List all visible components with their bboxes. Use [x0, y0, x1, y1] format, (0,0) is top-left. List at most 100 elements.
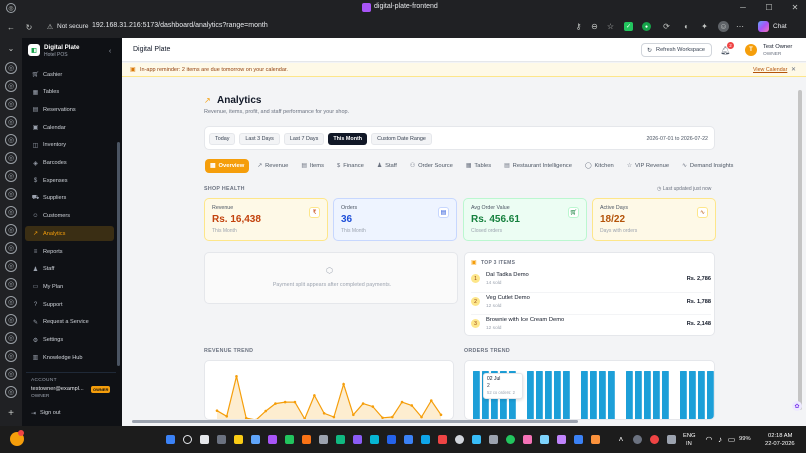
tab-finance[interactable]: $ Finance [332, 159, 369, 173]
collapse-sidebar-icon[interactable]: ‹ [106, 47, 114, 55]
new-tab-icon[interactable]: + [6, 408, 16, 419]
revenue-point[interactable] [410, 404, 414, 407]
tab-overview[interactable]: ▦ Overview [205, 159, 250, 173]
revenue-point[interactable] [381, 416, 384, 419]
tab-icon[interactable]: ◎ [5, 80, 17, 92]
search-icon[interactable] [183, 435, 192, 444]
app-icon[interactable] [251, 435, 260, 444]
revenue-point[interactable] [391, 415, 394, 419]
app-icon[interactable] [540, 435, 549, 444]
sidebar-item-calendar[interactable]: ▣ Calendar [25, 120, 114, 135]
bookmark-icon[interactable]: ☆ [606, 22, 615, 31]
vscode-icon[interactable] [387, 435, 396, 444]
orders-bar[interactable] [545, 371, 552, 420]
revenue-point[interactable] [322, 411, 326, 415]
app-icon[interactable] [319, 435, 328, 444]
revenue-point[interactable] [283, 400, 287, 404]
tab-icon[interactable]: ◎ [5, 296, 17, 308]
tab-icon[interactable]: ◎ [5, 386, 17, 398]
volume-icon[interactable]: ♪ [716, 435, 724, 444]
floating-assistant-icon[interactable]: ✿ [792, 401, 802, 411]
page-scrollbar[interactable] [798, 90, 802, 410]
top-item-row[interactable]: 1 Dal Tadka Demo 14 sold Rs. 2,786 [471, 270, 711, 290]
sidebar-item-my-plan[interactable]: ▭ My Plan [25, 279, 114, 294]
top-item-row[interactable]: 2 Veg Cutlet Demo 12 sold Rs. 1,788 [471, 292, 711, 312]
app-icon[interactable] [302, 435, 311, 444]
sidebar-item-tables[interactable]: ▦ Tables [25, 85, 114, 100]
orders-bar[interactable] [626, 371, 633, 420]
orders-bar[interactable] [563, 371, 570, 420]
revenue-point[interactable] [352, 413, 355, 417]
address-field[interactable]: ⚠ Not secure 192.168.31.216:5173/dashboa… [40, 19, 622, 35]
tab-icon[interactable]: ◎ [5, 188, 17, 200]
orders-bar[interactable] [608, 371, 615, 420]
sidebar-item-reports[interactable]: ≡ Reports [25, 244, 114, 259]
app-icon[interactable] [438, 435, 447, 444]
tab-tables[interactable]: ▦ Tables [461, 159, 496, 173]
tab-icon[interactable]: ◎ [5, 350, 17, 362]
app-icon[interactable] [404, 435, 413, 444]
sidebar-item-cashier[interactable]: 🛒︎ Cashier [25, 67, 114, 82]
tab-icon[interactable]: ◎ [5, 62, 17, 74]
refresh-workspace-button[interactable]: ↻ Refresh Workspace [641, 43, 712, 57]
sidebar-item-analytics[interactable]: ↗ Analytics [25, 226, 114, 242]
revenue-point[interactable] [293, 400, 297, 404]
maximize-icon[interactable]: ☐ [764, 2, 774, 12]
sidebar-item-request-a-service[interactable]: ✎ Request a Service [25, 315, 114, 330]
app-icon[interactable] [489, 435, 498, 444]
range-chip-last-3-days[interactable]: Last 3 Days [239, 133, 280, 145]
revenue-point[interactable] [225, 414, 229, 418]
sidebar-item-knowledge-hub[interactable]: ▥ Knowledge Hub [25, 350, 114, 365]
tab-icon[interactable]: ◎ [5, 170, 17, 182]
whatsapp-icon[interactable] [506, 435, 515, 444]
tab-staff[interactable]: ♟ Staff [372, 159, 402, 173]
tab-items[interactable]: ▤ Items [296, 159, 329, 173]
clock-date[interactable]: 22-07-2026 [765, 441, 795, 447]
profile-icon[interactable]: ☺ [718, 21, 729, 32]
app-icon[interactable] [217, 435, 226, 444]
app-icon[interactable] [421, 435, 430, 444]
tray-app-icon[interactable] [633, 435, 642, 444]
revenue-point[interactable] [429, 399, 433, 402]
revenue-point[interactable] [342, 382, 345, 386]
more-icon[interactable]: ⋯ [736, 22, 744, 31]
tab-icon[interactable]: ◎ [5, 260, 17, 272]
sidebar-item-staff[interactable]: ♟ Staff [25, 262, 114, 277]
tab-icon[interactable]: ◎ [5, 314, 17, 326]
range-chip-this-month[interactable]: This Month [328, 133, 368, 145]
browser-menu-icon[interactable]: ◎ [6, 3, 16, 13]
tab-restaurant-intelligence[interactable]: ▤ Restaurant Intelligence [499, 159, 577, 173]
tray-app-icon[interactable] [667, 435, 676, 444]
sidebar-scrollbar[interactable] [117, 142, 120, 366]
tray-chevron-icon[interactable]: ˄ [617, 435, 625, 444]
dismiss-reminder-icon[interactable]: ✕ [791, 66, 796, 73]
tab-icon[interactable]: ◎ [5, 278, 17, 290]
avatar[interactable]: T [745, 44, 757, 56]
horizontal-scrollbar[interactable] [132, 420, 578, 423]
revenue-point[interactable] [264, 409, 267, 413]
range-chip-today[interactable]: Today [209, 133, 236, 145]
tab-icon[interactable]: ◎ [5, 152, 17, 164]
sidebar-item-barcodes[interactable]: ◈ Barcodes [25, 156, 114, 171]
app-icon[interactable] [353, 435, 362, 444]
revenue-point[interactable] [361, 402, 365, 405]
app-icon[interactable] [370, 435, 379, 444]
url-text[interactable]: 192.168.31.216:5173/dashboard/analytics?… [92, 22, 268, 29]
orders-bar[interactable] [590, 371, 597, 420]
tab-icon[interactable]: ◎ [5, 242, 17, 254]
orders-bar[interactable] [527, 371, 534, 420]
app-icon[interactable] [336, 435, 345, 444]
browser-taskbar-icon[interactable] [268, 435, 277, 444]
app-icon[interactable] [574, 435, 583, 444]
app-icon[interactable] [557, 435, 566, 444]
tab-icon[interactable]: ◎ [5, 332, 17, 344]
task-view-icon[interactable] [200, 435, 209, 444]
sidebar-item-support[interactable]: ? Support [25, 297, 114, 312]
sync-icon[interactable]: ⟳ [662, 22, 671, 31]
revenue-point[interactable] [400, 400, 404, 404]
copilot-icon[interactable] [758, 21, 769, 32]
orders-bar[interactable] [473, 371, 480, 420]
zoom-icon[interactable]: ⊖ [590, 22, 599, 31]
tab-order-source[interactable]: ⚇ Order Source [405, 159, 458, 173]
revenue-point[interactable] [439, 413, 443, 417]
